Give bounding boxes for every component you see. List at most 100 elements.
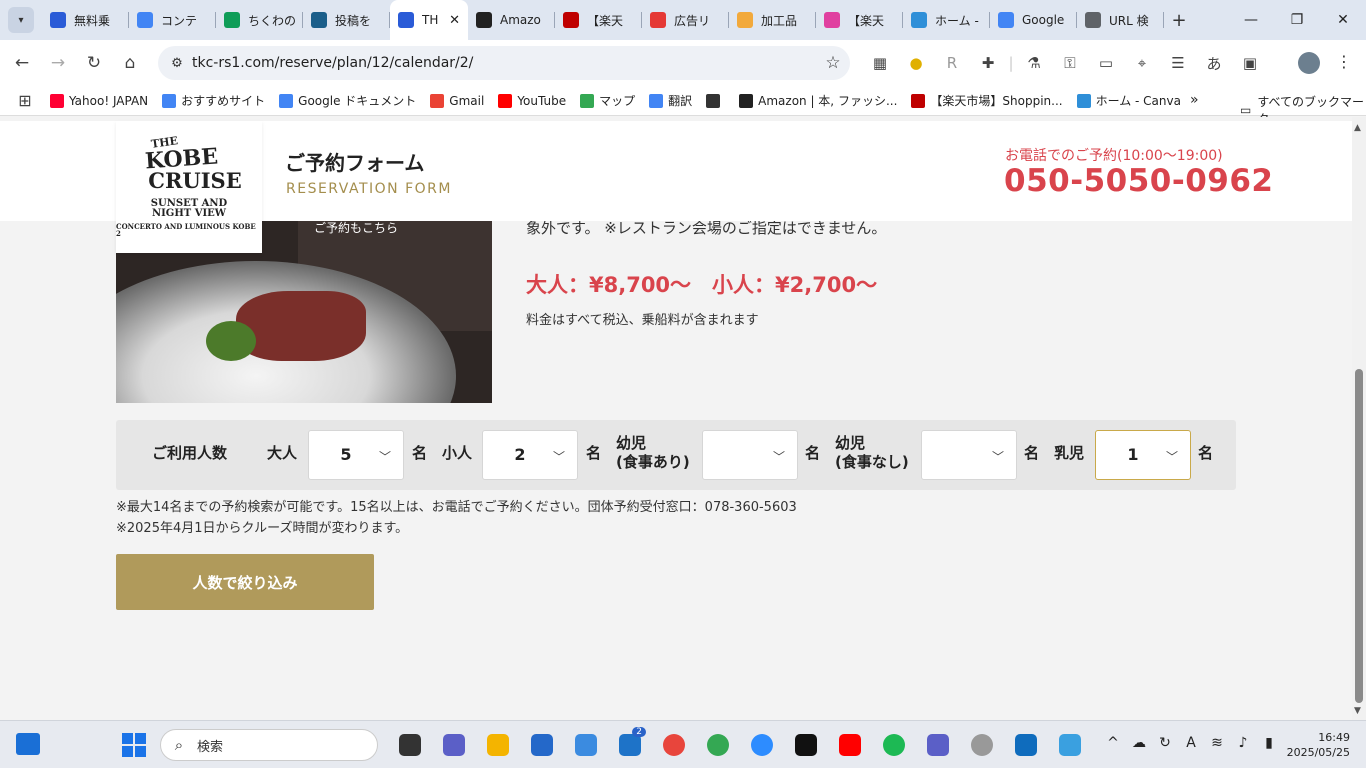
site-info-icon[interactable]: ⚙ [162, 56, 192, 71]
maximize-icon[interactable]: ❐ [1274, 0, 1320, 40]
wifi-icon[interactable]: ≋ [1204, 735, 1230, 751]
site-icon [311, 12, 327, 28]
bookmark-item[interactable]: Google ドキュメント [279, 92, 416, 109]
zoom-icon[interactable] [740, 729, 784, 761]
back-arrow-icon[interactable]: ← [4, 53, 40, 73]
chrome-icon[interactable] [696, 729, 740, 761]
close-window-icon[interactable]: ✕ [1320, 0, 1366, 40]
app-icon[interactable] [960, 729, 1004, 761]
bookmark-item[interactable]: Gmail [430, 92, 484, 109]
qr-code-icon[interactable]: ▦ [862, 54, 898, 72]
bookmark-star-icon[interactable]: ☆ [816, 53, 850, 73]
bookmark-item[interactable]: Yahoo! JAPAN [50, 92, 148, 109]
location-pin-icon[interactable]: ⌖ [1124, 54, 1160, 72]
spotify-icon[interactable] [872, 729, 916, 761]
bookmark-item[interactable]: YouTube [498, 92, 566, 109]
bookmark-item[interactable]: マップ [580, 92, 635, 109]
close-tab-icon[interactable]: ✕ [449, 13, 460, 28]
browser-tab[interactable]: 無料乗 [42, 0, 129, 40]
address-bar[interactable]: ⚙ tkc-rs1.com/reserve/plan/12/calendar/2… [158, 46, 850, 80]
capcut-icon[interactable] [784, 729, 828, 761]
notepad-icon[interactable] [564, 729, 608, 761]
system-tray: ^ ☁ ↻ A ≋ ♪ ▮ [1100, 735, 1282, 751]
battery-icon[interactable]: ▮ [1256, 735, 1282, 751]
bookmark-item[interactable]: 【楽天市場】Shoppin... [911, 92, 1063, 109]
link-icon [1085, 12, 1101, 28]
translate-icon[interactable]: あ [1196, 53, 1232, 74]
browser-tab[interactable]: ちくわの [216, 0, 303, 40]
taskbar-search[interactable]: ⌕ 検索 [160, 729, 378, 761]
bookmark-item[interactable]: 翻訳 [649, 92, 692, 109]
start-icon[interactable] [122, 733, 146, 757]
more-bookmarks-icon[interactable]: » [1190, 92, 1199, 108]
ime-icon[interactable]: A [1178, 735, 1204, 751]
scroll-down-icon[interactable]: ▼ [1354, 706, 1361, 716]
new-tab-button[interactable]: + [1164, 10, 1194, 31]
photo-caption: ご予約もこちら [314, 221, 399, 235]
chrome-icon[interactable] [652, 729, 696, 761]
bookmark-item[interactable]: おすすめサイト [162, 92, 265, 109]
infant-nomeal-select[interactable]: ﹀ [921, 430, 1017, 480]
browser-tab[interactable]: コンテ [129, 0, 216, 40]
browser-tab[interactable]: 【楽天 [555, 0, 642, 40]
task-view-icon[interactable] [388, 729, 432, 761]
price-note: 料金はすべて税込、乗船料が含まれます [526, 313, 759, 328]
cloud-icon[interactable]: ☁ [1126, 735, 1152, 751]
browser-tab[interactable]: TH ✕ [390, 0, 468, 40]
browser-tab[interactable]: 加工品 [729, 0, 816, 40]
browser-tab[interactable]: Google [990, 0, 1077, 40]
teams-icon[interactable] [916, 729, 960, 761]
scroll-up-icon[interactable]: ▲ [1354, 123, 1361, 133]
key-icon[interactable]: ⚿ [1052, 54, 1088, 72]
clock[interactable]: 16:49 2025/05/25 [1287, 730, 1350, 760]
widgets-icon[interactable] [16, 733, 40, 755]
extension-r-icon[interactable]: R [934, 54, 970, 72]
cast-icon[interactable]: ▣ [1232, 54, 1268, 72]
meet-icon[interactable] [432, 729, 476, 761]
apps-grid-icon[interactable]: ⊞ [0, 91, 50, 110]
url-text[interactable]: tkc-rs1.com/reserve/plan/12/calendar/2/ [192, 55, 816, 71]
browser-tab[interactable]: 広告リ [642, 0, 729, 40]
youtube-icon[interactable] [828, 729, 872, 761]
puzzle-icon[interactable]: ✚ [970, 54, 1006, 72]
child-select[interactable]: 2 ﹀ [482, 430, 578, 480]
bookmark-favicon-icon [162, 93, 177, 108]
adult-select[interactable]: 5 ﹀ [308, 430, 404, 480]
bookmark-item[interactable] [706, 92, 725, 109]
kobe-cruise-logo[interactable]: THE KOBE CRUISE SUNSET AND NIGHT VIEW CO… [116, 121, 262, 253]
sync-icon[interactable]: ↻ [1152, 735, 1178, 751]
tab-search-button[interactable]: ▾ [8, 7, 34, 33]
infant-meal-select[interactable]: ﹀ [702, 430, 798, 480]
profile-avatar[interactable] [1298, 52, 1320, 74]
card-icon[interactable]: ▭ [1088, 54, 1124, 72]
browser-tab[interactable]: 投稿を [303, 0, 390, 40]
baby-select[interactable]: 1 ﹀ [1095, 430, 1191, 480]
bookmark-item[interactable]: ホーム - Canva [1076, 92, 1181, 109]
chevron-up-icon[interactable]: ^ [1100, 735, 1126, 751]
home-icon[interactable]: ⌂ [112, 53, 148, 73]
bookmark-item[interactable]: Amazon | 本, ファッシ... [739, 92, 897, 109]
extension-yellow-icon[interactable]: ● [898, 54, 934, 72]
more-menu-icon[interactable]: ⋮ [1336, 52, 1352, 71]
page-scrollbar[interactable]: ▲ ▼ [1352, 117, 1366, 720]
reading-list-icon[interactable]: ☰ [1160, 54, 1196, 72]
minimize-icon[interactable]: — [1228, 0, 1274, 40]
browser-tab[interactable]: ホーム - [903, 0, 990, 40]
scroll-thumb[interactable] [1355, 369, 1363, 703]
tab-label: ホーム - [935, 13, 979, 28]
file-explorer-icon[interactable] [476, 729, 520, 761]
filter-by-guests-button[interactable]: 人数で絞り込み [116, 554, 374, 610]
browser-tab[interactable]: URL 検 [1077, 0, 1164, 40]
forward-arrow-icon[interactable]: → [40, 53, 76, 73]
volume-icon[interactable]: ♪ [1230, 735, 1256, 751]
browser-tab[interactable]: 【楽天 [816, 0, 903, 40]
flask-icon[interactable]: ⚗ [1016, 54, 1052, 72]
mail-icon[interactable]: 2 [608, 727, 652, 761]
infant-meal-label: 幼児 (食事あり) [616, 434, 690, 471]
paint-icon[interactable] [1048, 729, 1092, 761]
reload-icon[interactable]: ↻ [76, 53, 112, 73]
browser-tab[interactable]: Amazo [468, 0, 555, 40]
tel-number[interactable]: 050-5050-0962 [1004, 163, 1274, 199]
store-icon[interactable] [520, 729, 564, 761]
outlook-icon[interactable] [1004, 729, 1048, 761]
